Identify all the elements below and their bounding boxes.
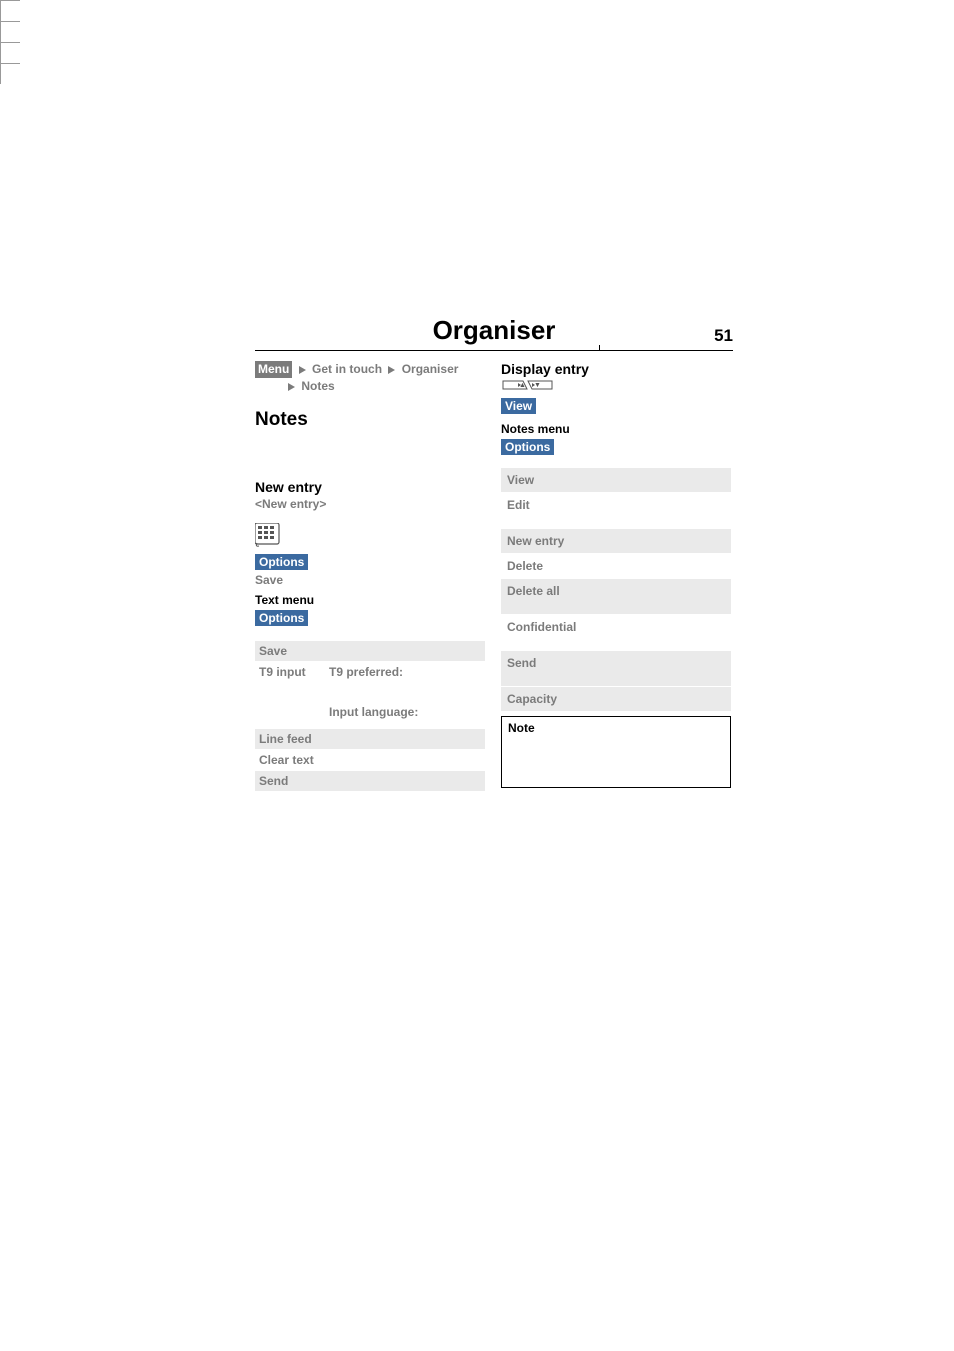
- table-row: Capacity: [501, 687, 731, 712]
- options-softkey: Options: [255, 554, 308, 570]
- arrow-icon: [299, 366, 306, 374]
- row-line-feed: Line feed: [259, 732, 312, 746]
- menu-delete-all: Delete all: [507, 584, 560, 598]
- menu-new-entry: New entry: [507, 534, 564, 548]
- menu-capacity: Capacity: [507, 692, 557, 706]
- view-softkey: View: [501, 398, 536, 414]
- row-save: Save: [259, 644, 287, 658]
- save-label: Save: [255, 573, 485, 587]
- left-column: Menu Get in touch Organiser Notes Notes …: [255, 361, 485, 792]
- nav-key-icon: ▲ ▼: [501, 379, 731, 393]
- table-row: Edit: [501, 493, 731, 529]
- row-t9-input: T9 input: [259, 665, 329, 679]
- manual-page: Organiser 51 Menu Get in touch Organiser…: [255, 315, 733, 792]
- crumb-organiser: Organiser: [402, 362, 459, 376]
- svg-text:▲: ▲: [519, 382, 526, 389]
- table-row: Save: [255, 641, 485, 662]
- page-title: Organiser: [255, 315, 733, 350]
- menu-softkey: Menu: [255, 361, 292, 378]
- note-label: Note: [508, 721, 535, 735]
- table-row: T9 input T9 preferred: Input language:: [255, 662, 485, 729]
- svg-text:▼: ▼: [534, 382, 541, 389]
- menu-view: View: [507, 473, 534, 487]
- options-softkey: Options: [501, 439, 554, 455]
- breadcrumb: Menu Get in touch Organiser Notes: [255, 361, 485, 395]
- options-softkey: Options: [255, 610, 308, 626]
- table-row: Line feed: [255, 729, 485, 750]
- display-entry-heading: Display entry: [501, 361, 731, 377]
- table-row: New entry: [501, 529, 731, 554]
- page-header: Organiser 51: [255, 315, 733, 351]
- note-box: Note: [501, 716, 731, 788]
- table-row: Send: [501, 651, 731, 687]
- table-row: Delete all: [501, 579, 731, 615]
- text-menu-table: Save T9 input T9 preferred: Input langua…: [255, 641, 485, 792]
- new-entry-label: <New entry>: [255, 497, 485, 511]
- notes-menu-heading: Notes menu: [501, 422, 731, 436]
- keypad-icon: [255, 523, 485, 547]
- crumb-notes: Notes: [301, 379, 334, 393]
- menu-confidential: Confidential: [507, 620, 576, 634]
- right-column: Display entry ▲ ▼ View Notes menu Option…: [501, 361, 731, 792]
- menu-edit: Edit: [507, 498, 530, 512]
- text-menu-heading: Text menu: [255, 593, 485, 607]
- new-entry-heading: New entry: [255, 479, 485, 495]
- page-number: 51: [714, 326, 733, 346]
- row-input-language: Input language:: [329, 705, 418, 719]
- row-send: Send: [259, 774, 288, 788]
- table-row: View: [501, 468, 731, 493]
- table-row: Clear text: [255, 750, 485, 771]
- arrow-icon: [288, 383, 295, 391]
- table-row: Send: [255, 771, 485, 792]
- table-row: Delete: [501, 554, 731, 579]
- row-clear-text: Clear text: [259, 753, 314, 767]
- table-row: Confidential: [501, 615, 731, 651]
- notes-menu-table: View Edit New entry Delete Delete all Co…: [501, 468, 731, 712]
- notes-heading: Notes: [255, 409, 485, 431]
- crumb-get-in-touch: Get in touch: [312, 362, 382, 376]
- title-underline-tick: [599, 345, 661, 351]
- row-t9-preferred: T9 preferred:: [329, 665, 418, 679]
- arrow-icon: [388, 366, 395, 374]
- menu-delete: Delete: [507, 559, 543, 573]
- menu-send: Send: [507, 656, 536, 670]
